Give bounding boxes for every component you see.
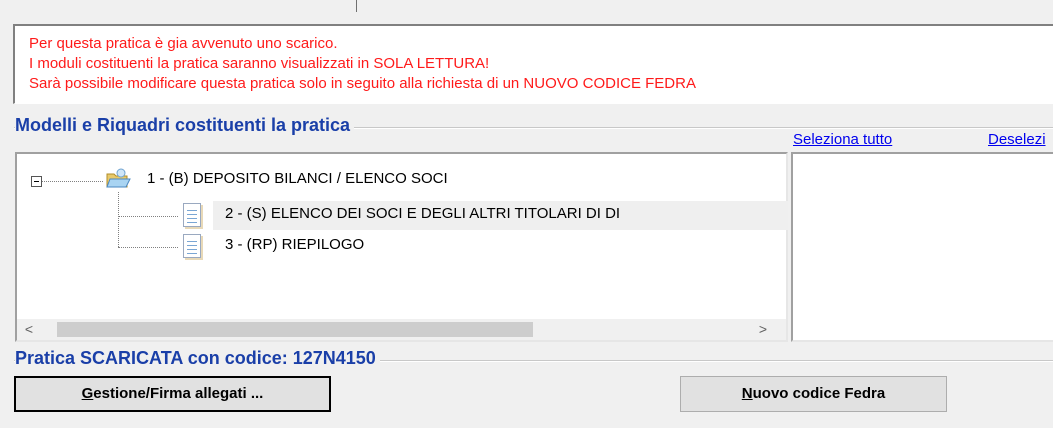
open-folder-icon — [105, 168, 131, 190]
tree-item-2-label[interactable]: 2 - (S) ELENCO DEI SOCI E DEGLI ALTRI TI… — [225, 205, 620, 222]
tree-item-3-label[interactable]: 3 - (RP) RIEPILOGO — [225, 236, 364, 253]
scroll-left-arrow-icon[interactable]: < — [19, 320, 39, 339]
top-separator-mark — [356, 0, 357, 12]
document-icon — [183, 203, 201, 227]
scroll-right-arrow-icon[interactable]: > — [753, 320, 773, 339]
tree-connector — [118, 216, 178, 217]
button-label: estione/Firma allegati ... — [93, 385, 264, 402]
tree-connector — [118, 192, 119, 247]
warning-line-2: I moduli costituenti la pratica saranno … — [29, 55, 490, 72]
tree-connector — [41, 181, 103, 182]
deselect-all-link[interactable]: Deselezi — [988, 131, 1046, 148]
accelerator-key: G — [81, 385, 94, 402]
new-fedra-code-button[interactable]: Nuovo codice Fedra — [680, 376, 947, 412]
accelerator-key: N — [741, 385, 753, 402]
readonly-warning-box: Per questa pratica è gia avvenuto uno sc… — [13, 24, 1053, 104]
document-icon — [183, 234, 201, 258]
warning-line-1: Per questa pratica è gia avvenuto uno sc… — [29, 35, 338, 52]
collapse-toggle-icon[interactable] — [31, 176, 42, 187]
button-label: uovo codice Fedra — [752, 385, 886, 402]
models-section-title: Modelli e Riquadri costituenti la pratic… — [15, 115, 355, 136]
horizontal-scrollbar[interactable]: < > — [17, 319, 786, 340]
selection-panel[interactable] — [791, 152, 1053, 342]
modules-tree[interactable]: 1 - (B) DEPOSITO BILANCI / ELENCO SOCI 2… — [15, 152, 788, 342]
tree-connector — [118, 247, 178, 248]
manage-sign-attachments-button[interactable]: Gestione/Firma allegati ... — [14, 376, 331, 412]
select-all-link[interactable]: Seleziona tutto — [793, 131, 892, 148]
scrollbar-thumb[interactable] — [57, 322, 533, 337]
download-status-title: Pratica SCARICATA con codice: 127N4150 — [15, 348, 380, 369]
warning-line-3: Sarà possibile modificare questa pratica… — [29, 75, 696, 92]
tree-item-1-label[interactable]: 1 - (B) DEPOSITO BILANCI / ELENCO SOCI — [147, 170, 448, 187]
